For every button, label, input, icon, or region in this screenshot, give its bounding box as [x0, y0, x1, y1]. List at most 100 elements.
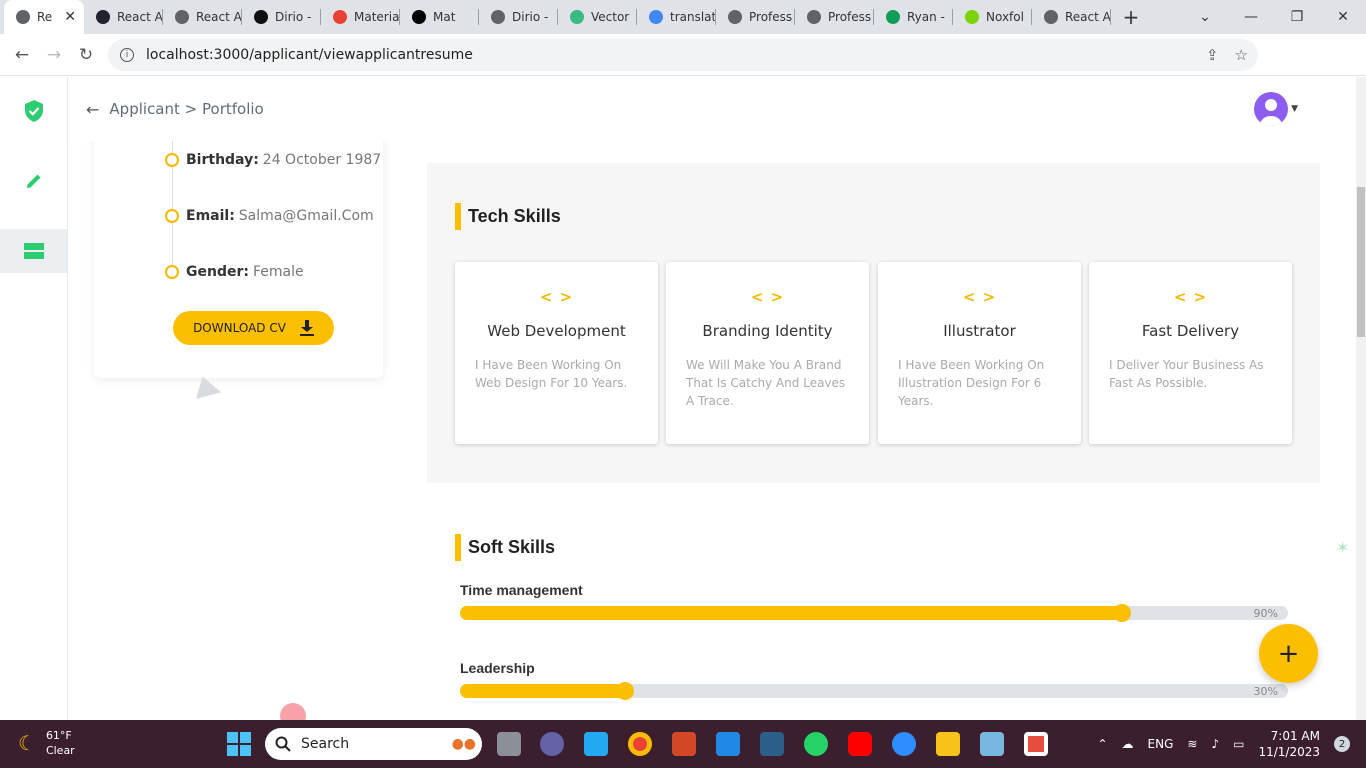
scrollbar-thumb[interactable]: [1357, 187, 1365, 337]
download-cv-label: DOWNLOAD CV: [193, 321, 286, 335]
browser-tab[interactable]: Materia: [321, 0, 400, 34]
chrome-icon[interactable]: [628, 732, 652, 756]
url-text[interactable]: localhost:3000/applicant/viewapplicantre…: [146, 47, 473, 63]
back-arrow-icon[interactable]: ←: [86, 100, 99, 119]
bookmark-star-icon[interactable]: ☆: [1235, 46, 1248, 64]
chrome-page-icon: [1044, 10, 1058, 24]
browser-tab[interactable]: Dirio -: [479, 0, 558, 34]
file-explorer-icon[interactable]: [936, 732, 960, 756]
progress-knob[interactable]: [1113, 604, 1132, 622]
task-view-icon[interactable]: [497, 732, 521, 756]
language-indicator[interactable]: ENG: [1148, 737, 1174, 751]
powerpoint-icon[interactable]: [672, 732, 696, 756]
teams-icon[interactable]: [540, 732, 564, 756]
skill-card[interactable]: < > Branding Identity We Will Make You A B…: [666, 262, 869, 444]
tab-search-icon[interactable]: ⌄: [1182, 0, 1228, 34]
back-button[interactable]: ←: [6, 45, 38, 65]
code-icon: < >: [539, 288, 574, 306]
page-scrollbar[interactable]: [1356, 77, 1366, 720]
zoom-icon[interactable]: [892, 732, 916, 756]
maximize-button[interactable]: ❐: [1274, 0, 1320, 34]
window-controls: ⌄ — ❐ ✕: [1182, 0, 1366, 34]
whatsapp-icon[interactable]: [804, 732, 828, 756]
browser-tab[interactable]: React A: [163, 0, 242, 34]
browser-tab[interactable]: Ryan -: [874, 0, 953, 34]
tech-skills-heading: Tech Skills: [468, 206, 561, 226]
browser-tab[interactable]: Re ✕: [4, 0, 84, 34]
youtube-icon[interactable]: [848, 732, 872, 756]
wifi-icon[interactable]: ≋: [1187, 737, 1197, 751]
close-window-button[interactable]: ✕: [1320, 0, 1366, 34]
forward-button[interactable]: →: [38, 45, 70, 65]
volume-icon[interactable]: ♪: [1211, 737, 1219, 751]
progress-knob[interactable]: [616, 682, 635, 700]
timeline-dot: [165, 209, 179, 223]
soft-skill-label: Time management: [460, 582, 583, 598]
skill-name: Web Development: [487, 322, 626, 340]
browser-tab-label: Vector: [591, 10, 630, 24]
profile-info-row: Birthday: 24 October 1987: [165, 152, 381, 168]
sidebar-item-list[interactable]: [0, 229, 67, 273]
google-icon: [649, 10, 663, 24]
browser-tab-label: Profess: [828, 10, 872, 24]
browser-tab[interactable]: Mat: [400, 0, 479, 34]
battery-icon[interactable]: ▭: [1233, 737, 1244, 751]
skill-card[interactable]: < > Web Development I Have Been Working On…: [455, 262, 658, 444]
skill-card[interactable]: < > Fast Delivery I Deliver Your Business …: [1089, 262, 1292, 444]
tray-chevron-icon[interactable]: ⌃: [1097, 737, 1107, 751]
skill-name: Fast Delivery: [1141, 322, 1240, 340]
sidebar-item-edit[interactable]: [0, 159, 67, 203]
react-icon: [96, 10, 110, 24]
windows-taskbar: ☾ 61°F Clear Search ●● ⌃ ☁ ENG ≋ ♪ ▭ 7:0…: [0, 720, 1366, 768]
title-accent-bar: [455, 534, 461, 561]
skill-name: Illustrator: [943, 322, 1016, 340]
notification-badge[interactable]: 2: [1334, 736, 1350, 752]
browser-tab[interactable]: translat: [637, 0, 716, 34]
taskbar-search[interactable]: Search ●●: [265, 728, 482, 760]
chrome-page-icon: [807, 10, 821, 24]
info-key: Birthday:: [186, 152, 259, 168]
reload-button[interactable]: ↻: [70, 45, 102, 65]
new-tab-button[interactable]: +: [1111, 5, 1151, 29]
breadcrumb-applicant[interactable]: Applicant: [109, 100, 179, 118]
notepad-icon[interactable]: [716, 732, 740, 756]
site-info-icon[interactable]: i: [120, 48, 134, 62]
download-cv-button[interactable]: DOWNLOAD CV: [173, 311, 334, 345]
close-tab-icon[interactable]: ✕: [64, 9, 76, 25]
decorative-star-icon: ✶: [1336, 538, 1350, 557]
tech-skills-section: Tech Skills < > Web Development I Have Bee…: [427, 163, 1320, 483]
browser-tab[interactable]: React A: [84, 0, 163, 34]
start-button[interactable]: [227, 732, 251, 756]
info-value: Female: [252, 264, 304, 280]
download-icon: [299, 320, 314, 336]
weather-condition: Clear: [45, 744, 75, 757]
skill-description: I Deliver Your Business As Fast As Possi…: [1109, 358, 1264, 390]
onedrive-icon[interactable]: ☁: [1122, 737, 1134, 751]
browser-tab[interactable]: Noxfol: [953, 0, 1032, 34]
app-icon[interactable]: [980, 732, 1004, 756]
browser-tab[interactable]: React A: [1032, 0, 1111, 34]
weather-widget[interactable]: ☾ 61°F Clear: [18, 728, 75, 758]
minimize-button[interactable]: —: [1228, 0, 1274, 34]
code-icon: < >: [962, 288, 997, 306]
url-bar[interactable]: i localhost:3000/applicant/viewapplicant…: [108, 39, 1258, 71]
chrome-page-icon: [16, 10, 30, 24]
clock[interactable]: 7:01 AM 11/1/2023: [1258, 728, 1320, 760]
mysql-icon[interactable]: [760, 732, 784, 756]
timeline-dot: [165, 265, 179, 279]
sidebar-item-shield[interactable]: [0, 89, 67, 133]
timeline-dot: [165, 153, 179, 167]
browser-tab[interactable]: Dirio -: [242, 0, 321, 34]
share-icon[interactable]: ⇪: [1206, 46, 1219, 64]
browser-tab[interactable]: Vector: [558, 0, 637, 34]
address-bar-row: ← → ↻ i localhost:3000/applicant/viewapp…: [0, 34, 1366, 102]
add-fab-button[interactable]: +: [1259, 624, 1318, 683]
browser-tab-label: React A: [196, 10, 242, 24]
snipping-tool-icon[interactable]: [1024, 732, 1048, 756]
browser-tab[interactable]: Profess: [795, 0, 874, 34]
skill-card[interactable]: < > Illustrator I Have Been Working On Ill…: [878, 262, 1081, 444]
browser-tab[interactable]: Profess: [716, 0, 795, 34]
chevron-down-icon[interactable]: ▼: [1291, 104, 1298, 114]
user-avatar[interactable]: [1254, 92, 1288, 126]
vscode-icon[interactable]: [584, 732, 608, 756]
